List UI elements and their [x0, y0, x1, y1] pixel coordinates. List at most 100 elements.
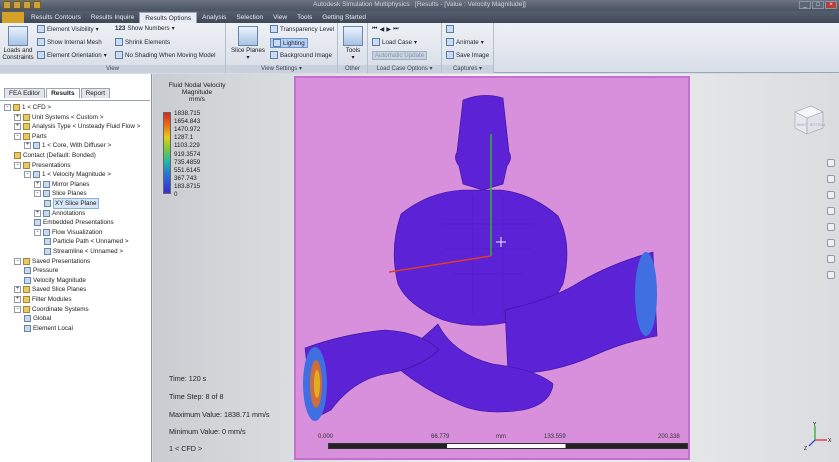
tree-node[interactable]: - Parts — [14, 132, 47, 141]
lighting-button[interactable]: Lighting — [270, 38, 308, 48]
tab-results-options[interactable]: Results Options — [139, 12, 198, 23]
collapse-icon[interactable]: - — [14, 305, 21, 313]
tree-node[interactable]: + Unit Systems < Custom > — [14, 113, 103, 122]
loads-constraints-icon[interactable] — [8, 26, 28, 46]
tree-node[interactable]: + Filter Modules — [14, 295, 72, 304]
tree-node[interactable]: - 1 < Velocity Magnitude > — [24, 170, 111, 179]
collapse-icon[interactable]: - — [14, 161, 21, 169]
maximize-button[interactable]: □ — [812, 1, 824, 9]
automatic-update-button[interactable]: Automatic Update — [372, 51, 428, 60]
tab-selection[interactable]: Selection — [231, 12, 268, 23]
fit-icon[interactable] — [827, 255, 835, 263]
tab-tools[interactable]: Tools — [292, 12, 317, 23]
nav-settings-icon[interactable] — [827, 271, 835, 279]
load-case-button[interactable]: Load Case ▾ — [372, 38, 417, 46]
tree-node[interactable]: +1 < Core, With Diffuser > — [24, 141, 111, 150]
tree-node[interactable]: + Saved Slice Planes — [14, 285, 86, 294]
group-captures-label[interactable]: Captures ▾ — [442, 65, 493, 73]
tree-node[interactable]: - Flow Visualization — [34, 228, 102, 237]
tree-node[interactable]: Streamline < Unnamed > — [44, 247, 123, 256]
tree-node[interactable]: XY Slice Plane — [44, 198, 99, 209]
grid-icon-button[interactable] — [446, 25, 454, 33]
collapse-icon[interactable]: - — [34, 228, 41, 236]
tools-icon[interactable] — [343, 26, 363, 46]
last-step-icon[interactable]: ⏭ — [393, 25, 399, 33]
prev-step-icon[interactable]: ◀ — [380, 26, 385, 33]
show-numbers-button[interactable]: 123 Show Numbers ▾ — [115, 25, 175, 32]
viewcube[interactable]: RIGHT BOTTOM — [789, 102, 827, 136]
zoom-icon[interactable] — [827, 207, 835, 215]
close-button[interactable]: × — [825, 1, 837, 9]
first-step-icon[interactable]: ⏮ — [372, 25, 378, 33]
tab-results-inquire[interactable]: Results Inquire — [86, 12, 139, 23]
no-shading-button[interactable]: No Shading When Moving Model — [115, 51, 215, 59]
tab-results[interactable]: Results — [46, 88, 80, 98]
group-load-case-label[interactable]: Load Case Options ▾ — [368, 65, 441, 73]
collapse-icon[interactable]: - — [34, 190, 41, 198]
slice-planes-icon[interactable] — [238, 26, 258, 46]
scale-label-0: 0.000 — [318, 434, 334, 440]
look-icon[interactable] — [827, 239, 835, 247]
load-case-icon — [372, 38, 380, 46]
minimize-button[interactable]: _ — [799, 1, 811, 9]
tab-view[interactable]: View — [268, 12, 292, 23]
collapse-icon[interactable]: - — [14, 257, 21, 265]
collapse-icon[interactable]: - — [14, 132, 21, 140]
time-text: Time: 120 s — [169, 374, 207, 383]
tree-node-label: Presentations — [32, 161, 71, 169]
tree-node[interactable]: - Presentations — [14, 161, 71, 170]
element-visibility-button[interactable]: Element Visibility ▾ — [37, 25, 99, 33]
tree-node-icon — [14, 152, 21, 159]
animate-button[interactable]: Animate ▾ — [446, 38, 484, 46]
expand-icon[interactable]: + — [34, 209, 41, 217]
tools-button[interactable]: Tools ▾ — [338, 47, 368, 61]
tab-results-contours[interactable]: Results Contours — [26, 12, 86, 23]
tab-analysis[interactable]: Analysis — [197, 12, 231, 23]
expand-icon[interactable]: + — [24, 142, 31, 150]
tree-node[interactable]: Pressure — [24, 266, 58, 275]
tree-node[interactable]: + Analysis Type < Unsteady Fluid Flow > — [14, 122, 140, 131]
collapse-icon[interactable]: - — [4, 104, 11, 111]
tree-node[interactable]: Global — [24, 314, 51, 323]
triad-z-line — [808, 439, 816, 447]
save-image-button[interactable]: Save Image — [446, 51, 489, 59]
group-view-settings-label[interactable]: View Settings ▾ — [226, 65, 337, 73]
pan-icon[interactable] — [827, 191, 835, 199]
next-step-icon[interactable]: ▶ — [386, 26, 391, 33]
steering-wheel-icon[interactable] — [827, 175, 835, 183]
tree-node[interactable]: - Coordinate Systems — [14, 305, 89, 314]
expand-icon[interactable]: + — [34, 180, 41, 188]
tab-fea-editor[interactable]: FEA Editor — [4, 88, 46, 98]
slice-planes-button[interactable]: Slice Planes ▾ — [228, 47, 268, 61]
animate-label: Animate — [456, 38, 479, 46]
expand-icon[interactable]: + — [14, 123, 21, 131]
tree-node[interactable]: + Mirror Planes — [34, 180, 89, 189]
shrink-elements-button[interactable]: Shrink Elements — [115, 38, 170, 46]
home-icon[interactable] — [827, 159, 835, 167]
expand-icon[interactable]: + — [14, 286, 21, 294]
collapse-icon[interactable]: - — [24, 171, 31, 179]
element-orientation-button[interactable]: Element Orientation ▾ — [37, 51, 107, 59]
background-image-button[interactable]: Background Image — [270, 51, 332, 59]
tree-node[interactable]: Velocity Magnitude — [24, 276, 86, 285]
tree-node-icon — [24, 276, 31, 284]
orbit-icon[interactable] — [827, 223, 835, 231]
model-viewport[interactable]: Fluid Nodal Velocity Magnitude mm/s 1838… — [153, 74, 839, 462]
legend-tick-label: 1470.972 — [174, 126, 201, 134]
tab-report[interactable]: Report — [80, 88, 111, 98]
transparency-level-button[interactable]: Transparency Level — [270, 25, 334, 33]
expand-icon[interactable]: + — [14, 113, 21, 121]
tab-getting-started[interactable]: Getting Started — [317, 12, 371, 23]
tree-node[interactable]: - Saved Presentations — [14, 257, 90, 266]
show-internal-mesh-button[interactable]: Show Internal Mesh — [37, 38, 102, 46]
tree-node[interactable]: Embedded Presentations — [34, 218, 114, 227]
tree-node[interactable]: Contact (Default: Bonded) — [14, 151, 96, 160]
tree-node[interactable]: - 1 < CFD > — [4, 103, 51, 112]
save-image-label: Save Image — [456, 51, 490, 59]
tree-node[interactable]: Particle Path < Unnamed > — [44, 237, 129, 246]
expand-icon[interactable]: + — [14, 296, 21, 303]
application-menu-button[interactable] — [2, 12, 24, 23]
tree-node[interactable]: + Annotations — [34, 209, 85, 218]
loads-constraints-button[interactable]: Loads and Constraints — [0, 47, 36, 61]
tree-node[interactable]: Element Local — [24, 324, 73, 333]
